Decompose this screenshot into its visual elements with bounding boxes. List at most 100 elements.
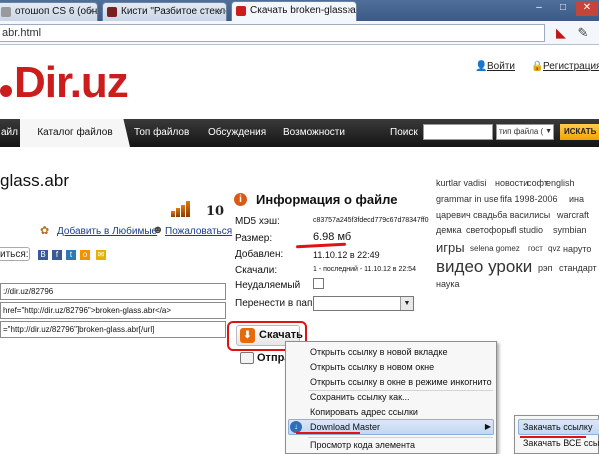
bbcode-field[interactable]: ="http://dir.uz/82796"]broken-glass.abr[…: [0, 321, 226, 338]
added-value: 11.10.12 в 22:49: [313, 250, 380, 260]
tag-link[interactable]: qvz: [548, 244, 560, 253]
complain-icon: ☻: [152, 224, 164, 236]
tag-link[interactable]: царевич свадьба василисы: [436, 210, 550, 220]
search-button[interactable]: ИСКАТЬ: [560, 124, 599, 140]
nav-item-discussions[interactable]: Обсуждения: [208, 119, 266, 147]
user-icon: 👤: [475, 61, 488, 72]
tab-close-icon[interactable]: ×: [347, 2, 353, 19]
address-bar: abr.html ◣ ✎: [0, 21, 599, 45]
add-favorite-link[interactable]: Добавить в Любимые: [57, 226, 157, 237]
file-type-value: тип файла (: [499, 127, 544, 136]
folder-select[interactable]: ▼: [313, 296, 414, 311]
lock-icon: 🔒: [531, 61, 544, 72]
tab-favicon: [107, 7, 117, 17]
file-type-select[interactable]: тип файла (▼: [496, 124, 554, 140]
menu-item-open-incognito[interactable]: Открыть ссылку в окне в режиме инкогнито: [310, 377, 492, 387]
tab-close-icon[interactable]: ×: [217, 3, 223, 20]
md5-value: c83757a245f3fdecd779c67d78347ff0: [313, 217, 429, 224]
nav-item-top-files[interactable]: Топ файлов: [134, 119, 189, 147]
logo-dot: [0, 85, 12, 97]
unwanted-checkbox[interactable]: [313, 278, 324, 289]
html-code-field[interactable]: href="http://dir.uz/82796">broken-glass.…: [0, 302, 226, 319]
tag-link[interactable]: наруто: [563, 244, 591, 254]
browser-tab-1[interactable]: отошоп CS 6 (обновлен ×: [0, 2, 98, 21]
tag-link[interactable]: selena gomez: [470, 244, 520, 253]
site-logo[interactable]: Dir.uz: [0, 58, 129, 108]
tag-link[interactable]: новости: [495, 178, 528, 188]
menu-item-save-link[interactable]: Сохранить ссылку как...: [310, 392, 410, 402]
menu-item-download-all-links[interactable]: Закачать ВСЕ ссылки: [523, 438, 599, 448]
chevron-down-icon: ▼: [400, 297, 413, 310]
tag-link[interactable]: демка: [436, 225, 462, 235]
move-folder-label: Перенести в папку: [235, 298, 322, 309]
annotation-underline: [520, 436, 586, 438]
tab-title: Скачать broken-glass.abr: [250, 5, 357, 16]
tag-link[interactable]: fl studio: [512, 225, 543, 235]
facebook-icon[interactable]: f: [52, 250, 62, 260]
login-link[interactable]: Войти: [487, 61, 515, 72]
menu-item-download-link[interactable]: Закачать ссылку: [523, 422, 592, 432]
menu-separator: [308, 437, 493, 438]
chevron-down-icon: ▼: [545, 128, 552, 135]
menu-separator: [308, 390, 493, 391]
tag-link[interactable]: grammar in use: [436, 194, 499, 204]
tag-link[interactable]: гост: [528, 244, 543, 253]
unwanted-label: Неудаляемый: [235, 280, 301, 291]
search-input[interactable]: [423, 124, 493, 140]
odnoklassniki-icon[interactable]: o: [80, 250, 90, 260]
tag-link[interactable]: игры: [436, 240, 465, 255]
minimize-icon[interactable]: –: [528, 1, 550, 16]
menu-item-open-new-window[interactable]: Открыть ссылку в новом окне: [310, 362, 434, 372]
file-name-heading: glass.abr: [0, 171, 69, 190]
tab-close-icon[interactable]: ×: [88, 3, 94, 20]
rating-value: 10: [206, 204, 225, 219]
direct-link-field[interactable]: ://dir.uz/82796: [0, 283, 226, 300]
added-label: Добавлен:: [235, 249, 284, 260]
nav-item-features[interactable]: Возможности: [283, 119, 345, 147]
tag-link[interactable]: светофоры: [466, 225, 513, 235]
size-value: 6.98 мб: [313, 231, 352, 243]
size-label: Размер:: [235, 233, 273, 244]
menu-item-download-master[interactable]: Download Master: [310, 422, 380, 432]
tag-link[interactable]: рэп: [538, 263, 552, 273]
maximize-icon[interactable]: □: [552, 1, 574, 16]
nav-item-catalog[interactable]: Каталог файлов: [20, 119, 130, 147]
menu-item-open-new-tab[interactable]: Открыть ссылку в новой вкладке: [310, 347, 447, 357]
md5-label: MD5 хэш:: [235, 216, 280, 227]
tag-link[interactable]: symbian: [553, 225, 587, 235]
tag-link[interactable]: стандарт: [559, 263, 597, 273]
favorite-icon: ✿: [40, 225, 50, 237]
tag-link[interactable]: наука: [436, 279, 460, 289]
register-link[interactable]: Регистрация: [543, 61, 599, 72]
tag-link[interactable]: софт: [527, 178, 548, 188]
close-window-icon[interactable]: ✕: [576, 1, 598, 16]
send-link[interactable]: Отпра: [240, 352, 290, 365]
tab-favicon: [1, 7, 11, 17]
browser-tab-2[interactable]: Кисти "Разбитое стекло" ×: [102, 2, 227, 21]
pdf-extension-icon[interactable]: ◣: [553, 25, 569, 41]
rating-bars-icon: [171, 201, 191, 217]
share-box: [0, 247, 30, 261]
info-icon: i: [234, 193, 247, 206]
twitter-icon[interactable]: t: [66, 250, 76, 260]
menu-item-inspect[interactable]: Просмотр кода элемента: [310, 440, 415, 450]
tag-link[interactable]: ина: [569, 194, 584, 204]
browser-tab-active[interactable]: Скачать broken-glass.abr ×: [231, 1, 357, 21]
context-menu: Открыть ссылку в новой вкладке Открыть с…: [285, 341, 497, 454]
submenu-arrow-icon: ▶: [484, 422, 491, 431]
vk-icon[interactable]: B: [38, 250, 48, 260]
annotation-underline: [296, 432, 360, 434]
wrench-menu-icon[interactable]: ✎: [575, 25, 591, 41]
tag-link[interactable]: warcraft: [557, 210, 589, 220]
downloads-value: 1 - последний - 11.10.12 в 22:54: [313, 266, 416, 273]
tag-link[interactable]: kurtlar vadisi: [436, 178, 487, 188]
tag-link[interactable]: english: [546, 178, 575, 188]
menu-item-copy-link[interactable]: Копировать адрес ссылки: [310, 407, 418, 417]
complain-link[interactable]: Пожаловаться: [165, 226, 232, 237]
tag-link[interactable]: fifa 1998-2006: [500, 194, 558, 204]
tab-title: Кисти "Разбитое стекло": [121, 6, 227, 17]
url-field[interactable]: abr.html: [0, 24, 545, 42]
nav-item-files[interactable]: айл: [1, 119, 18, 147]
tag-link[interactable]: видео уроки: [436, 257, 532, 277]
mail-icon[interactable]: ✉: [96, 250, 106, 260]
